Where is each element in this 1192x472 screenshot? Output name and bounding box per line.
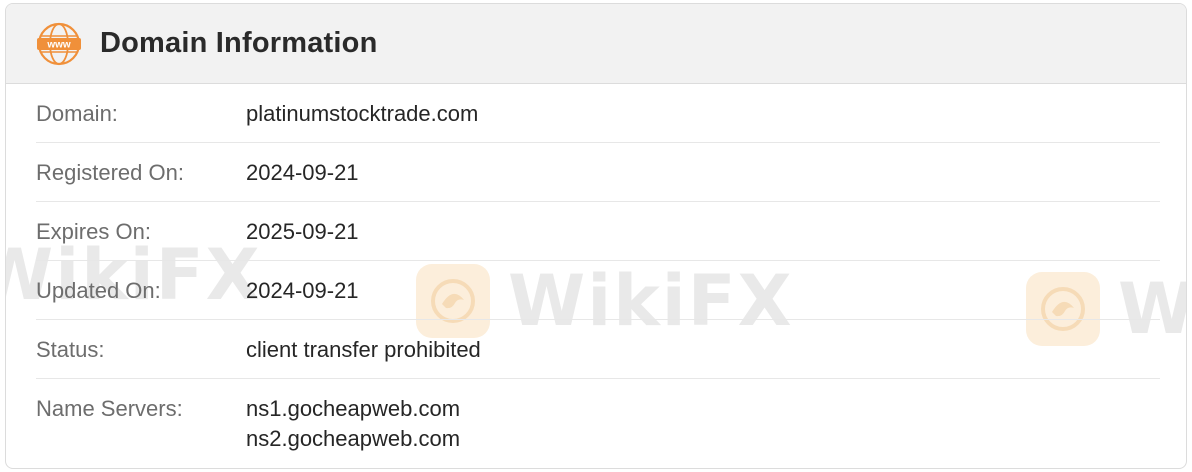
row-name-servers: Name Servers: ns1.gocheapweb.com ns2.goc… <box>36 379 1160 468</box>
domain-value: platinumstocktrade.com <box>246 101 479 126</box>
name-server-2: ns2.gocheapweb.com <box>246 426 461 451</box>
registered-on-label: Registered On: <box>36 160 184 185</box>
status-value: client transfer prohibited <box>246 337 481 362</box>
name-servers-label: Name Servers: <box>36 396 183 421</box>
expires-on-label: Expires On: <box>36 219 151 244</box>
expires-on-value: 2025-09-21 <box>246 219 359 244</box>
name-server-1: ns1.gocheapweb.com <box>246 396 461 421</box>
registered-on-value: 2024-09-21 <box>246 160 359 185</box>
www-globe-icon: www <box>36 21 82 67</box>
updated-on-value: 2024-09-21 <box>246 278 359 303</box>
domain-info-card: www Domain Information WikiFX WikiFX <box>5 3 1187 469</box>
domain-label: Domain: <box>36 101 118 126</box>
row-expires-on: Expires On: 2025-09-21 <box>36 202 1160 261</box>
row-domain: Domain: platinumstocktrade.com <box>36 84 1160 143</box>
card-header: www Domain Information <box>6 4 1186 84</box>
row-updated-on: Updated On: 2024-09-21 <box>36 261 1160 320</box>
name-servers-value: ns1.gocheapweb.com ns2.gocheapweb.com <box>246 394 460 454</box>
domain-info-list: WikiFX WikiFX WikiFX Domain: platinum <box>6 84 1186 468</box>
row-registered-on: Registered On: 2024-09-21 <box>36 143 1160 202</box>
row-status: Status: client transfer prohibited <box>36 320 1160 379</box>
card-title: Domain Information <box>100 27 378 59</box>
updated-on-label: Updated On: <box>36 278 161 303</box>
svg-text:www: www <box>46 39 71 50</box>
status-label: Status: <box>36 337 105 362</box>
